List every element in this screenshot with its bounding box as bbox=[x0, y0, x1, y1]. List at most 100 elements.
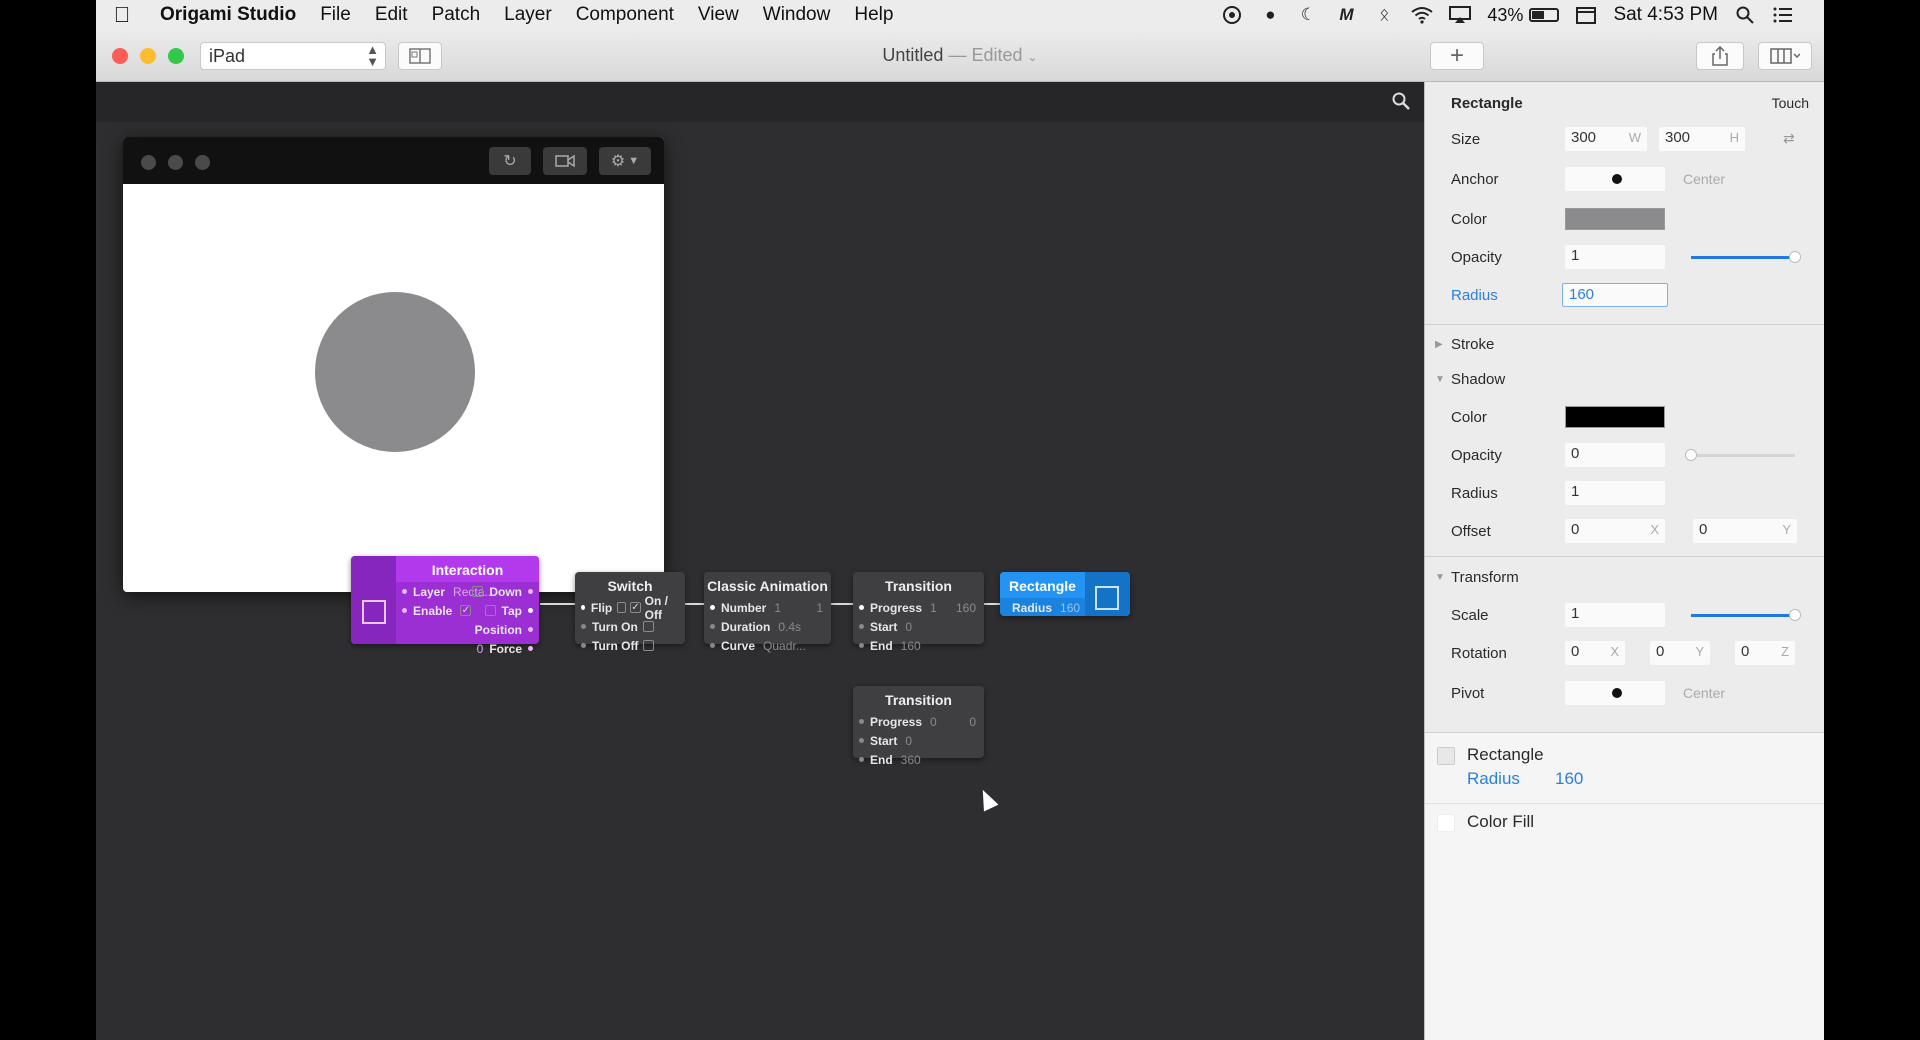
add-button[interactable]: + bbox=[1430, 42, 1484, 70]
switch-turn-off-port[interactable]: Turn Off bbox=[575, 636, 685, 655]
width-field[interactable]: 300 W bbox=[1565, 127, 1647, 151]
switch-flip-port[interactable]: Flip ✓ On / Off bbox=[575, 594, 685, 622]
offset-x-field[interactable]: 0X bbox=[1565, 519, 1665, 543]
transition-1-end-port[interactable]: End 160 bbox=[853, 636, 984, 655]
height-field[interactable]: 300 H bbox=[1659, 127, 1745, 151]
anchor-picker[interactable] bbox=[1565, 167, 1665, 191]
search-icon[interactable] bbox=[1392, 92, 1410, 110]
animation-number-port[interactable]: Number 1 1 bbox=[704, 598, 831, 617]
interaction-patch[interactable]: Interaction Layer Recta... Down Enable ✓… bbox=[351, 556, 539, 656]
apple-icon[interactable]:  bbox=[96, 2, 148, 28]
viewer-settings-button[interactable]: ⚙ ▼ bbox=[599, 147, 651, 175]
rotation-z-field[interactable]: 0Z bbox=[1735, 641, 1795, 665]
rectangle-layer-preview[interactable] bbox=[315, 292, 475, 452]
interaction-down-label: Down bbox=[489, 584, 522, 599]
record-video-button[interactable] bbox=[543, 147, 587, 175]
transition-patch-2[interactable]: Transition Progress 0 0 Start 0 End 360 bbox=[853, 686, 984, 767]
bluetooth-icon[interactable]: ᛟ bbox=[1373, 4, 1395, 26]
prototype-viewer[interactable]: ↻ ⚙ ▼ bbox=[123, 137, 664, 592]
enable-checkbox[interactable]: ✓ bbox=[460, 605, 472, 616]
transform-section[interactable]: ▼ Transform bbox=[1425, 562, 1824, 592]
notification-center-icon[interactable] bbox=[1772, 4, 1794, 26]
shadow-opacity-field[interactable]: 0 bbox=[1565, 443, 1665, 467]
interaction-enable-port[interactable]: Enable ✓ Tap bbox=[396, 601, 539, 620]
airplay-icon[interactable] bbox=[1449, 4, 1472, 26]
offset-y-field[interactable]: 0Y bbox=[1693, 519, 1797, 543]
scale-slider[interactable] bbox=[1691, 609, 1801, 621]
menu-file[interactable]: File bbox=[308, 4, 363, 26]
shadow-radius-field[interactable]: 1 bbox=[1565, 481, 1665, 505]
viewer-zoom-button[interactable] bbox=[195, 155, 210, 170]
menu-patch[interactable]: Patch bbox=[420, 4, 493, 26]
minimize-window-button[interactable] bbox=[140, 48, 156, 64]
moon-icon[interactable]: ☾ bbox=[1297, 4, 1319, 26]
opacity-field[interactable]: 1 bbox=[1565, 245, 1665, 269]
switch-patch[interactable]: Switch Flip ✓ On / Off Turn On Turn Off bbox=[575, 572, 685, 653]
animation-duration-port[interactable]: Duration 0.4s bbox=[704, 617, 831, 636]
menu-component[interactable]: Component bbox=[564, 4, 686, 26]
shadow-section[interactable]: ▼ Shadow bbox=[1425, 364, 1824, 394]
rectangle-layer-patch[interactable]: Rectangle Radius 160 bbox=[1000, 572, 1130, 616]
transition-2-start-value[interactable]: 0 bbox=[905, 734, 912, 748]
layer-property-radius[interactable]: Radius 160 bbox=[1425, 763, 1824, 799]
menu-view[interactable]: View bbox=[686, 4, 751, 26]
fill-color-swatch[interactable] bbox=[1565, 208, 1665, 230]
close-window-button[interactable] bbox=[112, 48, 128, 64]
switch-turn-on-port[interactable]: Turn On bbox=[575, 617, 685, 636]
stroke-section[interactable]: ▶ Stroke bbox=[1425, 329, 1824, 359]
shadow-opacity-slider[interactable] bbox=[1685, 449, 1795, 461]
zoom-window-button[interactable] bbox=[168, 48, 184, 64]
rotation-x-field[interactable]: 0X bbox=[1565, 641, 1625, 665]
viewer-minimize-button[interactable] bbox=[168, 155, 183, 170]
classic-animation-patch[interactable]: Classic Animation Number 1 1 Duration 0.… bbox=[704, 572, 831, 653]
menu-app-name[interactable]: Origami Studio bbox=[148, 4, 308, 26]
battery-status[interactable]: 43% bbox=[1487, 4, 1560, 26]
shadow-color-swatch[interactable] bbox=[1565, 406, 1665, 428]
battery-percent: 43% bbox=[1487, 4, 1524, 25]
menu-edit[interactable]: Edit bbox=[363, 4, 420, 26]
viewer-close-button[interactable] bbox=[141, 155, 156, 170]
transition-2-progress-port[interactable]: Progress 0 0 bbox=[853, 712, 984, 731]
interaction-down-output[interactable]: Down bbox=[464, 585, 533, 599]
record-icon[interactable] bbox=[1221, 4, 1243, 26]
touch-toggle[interactable]: Touch bbox=[1772, 95, 1809, 111]
opacity-slider[interactable] bbox=[1691, 251, 1801, 263]
creative-cloud-icon[interactable]: ● bbox=[1259, 4, 1281, 26]
calendar-icon[interactable] bbox=[1575, 4, 1597, 26]
scale-field[interactable]: 1 bbox=[1565, 603, 1665, 627]
device-select[interactable]: iPad ▲ ▼ bbox=[200, 42, 386, 70]
wifi-icon[interactable] bbox=[1411, 4, 1434, 26]
layout-menu-button[interactable] bbox=[1758, 42, 1812, 70]
pivot-picker[interactable] bbox=[1565, 681, 1665, 705]
menu-help[interactable]: Help bbox=[842, 4, 905, 26]
rotation-y-field[interactable]: 0Y bbox=[1650, 641, 1710, 665]
menu-clock[interactable]: Sat 4:53 PM bbox=[1613, 4, 1718, 26]
interaction-layer-port[interactable]: Layer Recta... Down bbox=[396, 582, 539, 601]
disclosure-right-icon: ▶ bbox=[1435, 338, 1443, 350]
transition-1-progress-port[interactable]: Progress 1 160 bbox=[853, 598, 984, 617]
interaction-position-output[interactable]: Position bbox=[475, 623, 533, 637]
animation-curve-port[interactable]: Curve Quadr... bbox=[704, 636, 831, 655]
interaction-force-output[interactable]: 0 Force bbox=[469, 642, 533, 656]
share-button[interactable] bbox=[1696, 42, 1744, 70]
toggle-viewer-button[interactable] bbox=[398, 42, 442, 70]
layer-item-color-fill[interactable]: Color Fill bbox=[1425, 803, 1824, 839]
flip-checkbox[interactable] bbox=[617, 602, 627, 613]
interaction-tap-output[interactable]: Tap bbox=[477, 604, 533, 618]
rectangle-radius-port[interactable]: Radius 160 bbox=[1000, 598, 1085, 617]
patch-canvas[interactable]: ↻ ⚙ ▼ Interaction Layer Recta... Down En… bbox=[96, 82, 1424, 1040]
transition-1-start-port[interactable]: Start 0 bbox=[853, 617, 984, 636]
transition-2-end-port[interactable]: End 360 bbox=[853, 750, 984, 769]
transition-patch-1[interactable]: Transition Progress 1 160 Start 0 End 16… bbox=[853, 572, 984, 653]
menu-layer[interactable]: Layer bbox=[492, 4, 564, 26]
reload-button[interactable]: ↻ bbox=[489, 147, 531, 175]
spotlight-search-icon[interactable] bbox=[1734, 4, 1756, 26]
transition-2-start-port[interactable]: Start 0 bbox=[853, 731, 984, 750]
radius-field[interactable]: 160 bbox=[1562, 283, 1668, 307]
m-app-icon[interactable]: M bbox=[1335, 4, 1357, 26]
turn-off-checkbox[interactable] bbox=[643, 640, 655, 651]
menu-window[interactable]: Window bbox=[751, 4, 843, 26]
onoff-checkbox[interactable]: ✓ bbox=[630, 602, 641, 613]
link-ratio-icon[interactable]: ⇄ bbox=[1783, 130, 1795, 147]
turn-on-checkbox[interactable] bbox=[642, 621, 654, 632]
